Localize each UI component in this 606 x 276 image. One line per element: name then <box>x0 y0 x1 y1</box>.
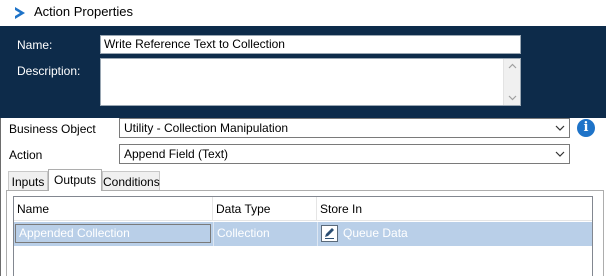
info-icon[interactable]: i <box>577 119 595 137</box>
business-object-value: Utility - Collection Manipulation <box>124 121 289 135</box>
tab-outputs[interactable]: Outputs <box>48 169 102 191</box>
column-header-data-type[interactable]: Data Type <box>213 197 317 221</box>
column-header-name[interactable]: Name <box>14 197 213 221</box>
output-name-field[interactable]: Appended Collection <box>15 224 211 243</box>
output-data-type: Collection <box>217 226 270 240</box>
column-divider <box>317 222 318 246</box>
column-header-store-in[interactable]: Store In <box>317 197 592 221</box>
tab-inputs[interactable]: Inputs <box>8 171 48 191</box>
description-scrollbar[interactable] <box>503 59 520 105</box>
scroll-up-icon[interactable] <box>508 62 517 71</box>
scroll-down-icon[interactable] <box>508 93 517 102</box>
name-label: Name: <box>17 38 53 52</box>
action-value: Append Field (Text) <box>124 147 229 161</box>
window-title: Action Properties <box>34 4 133 19</box>
data-item-icon[interactable] <box>321 225 338 242</box>
description-label: Description: <box>17 64 81 78</box>
business-object-label: Business Object <box>9 122 96 136</box>
column-divider <box>213 222 214 246</box>
title-bar: Action Properties <box>0 0 606 26</box>
name-field[interactable]: Write Reference Text to Collection <box>100 35 521 54</box>
output-store-in: Queue Data <box>343 226 408 240</box>
blue-prism-icon <box>15 7 25 19</box>
action-dropdown[interactable]: Append Field (Text) <box>119 144 570 164</box>
chevron-down-icon[interactable] <box>554 122 566 134</box>
chevron-down-icon[interactable] <box>554 148 566 160</box>
description-field[interactable] <box>100 58 521 106</box>
business-object-dropdown[interactable]: Utility - Collection Manipulation <box>119 118 570 138</box>
tab-conditions[interactable]: Conditions <box>102 171 160 191</box>
action-label: Action <box>9 148 43 162</box>
